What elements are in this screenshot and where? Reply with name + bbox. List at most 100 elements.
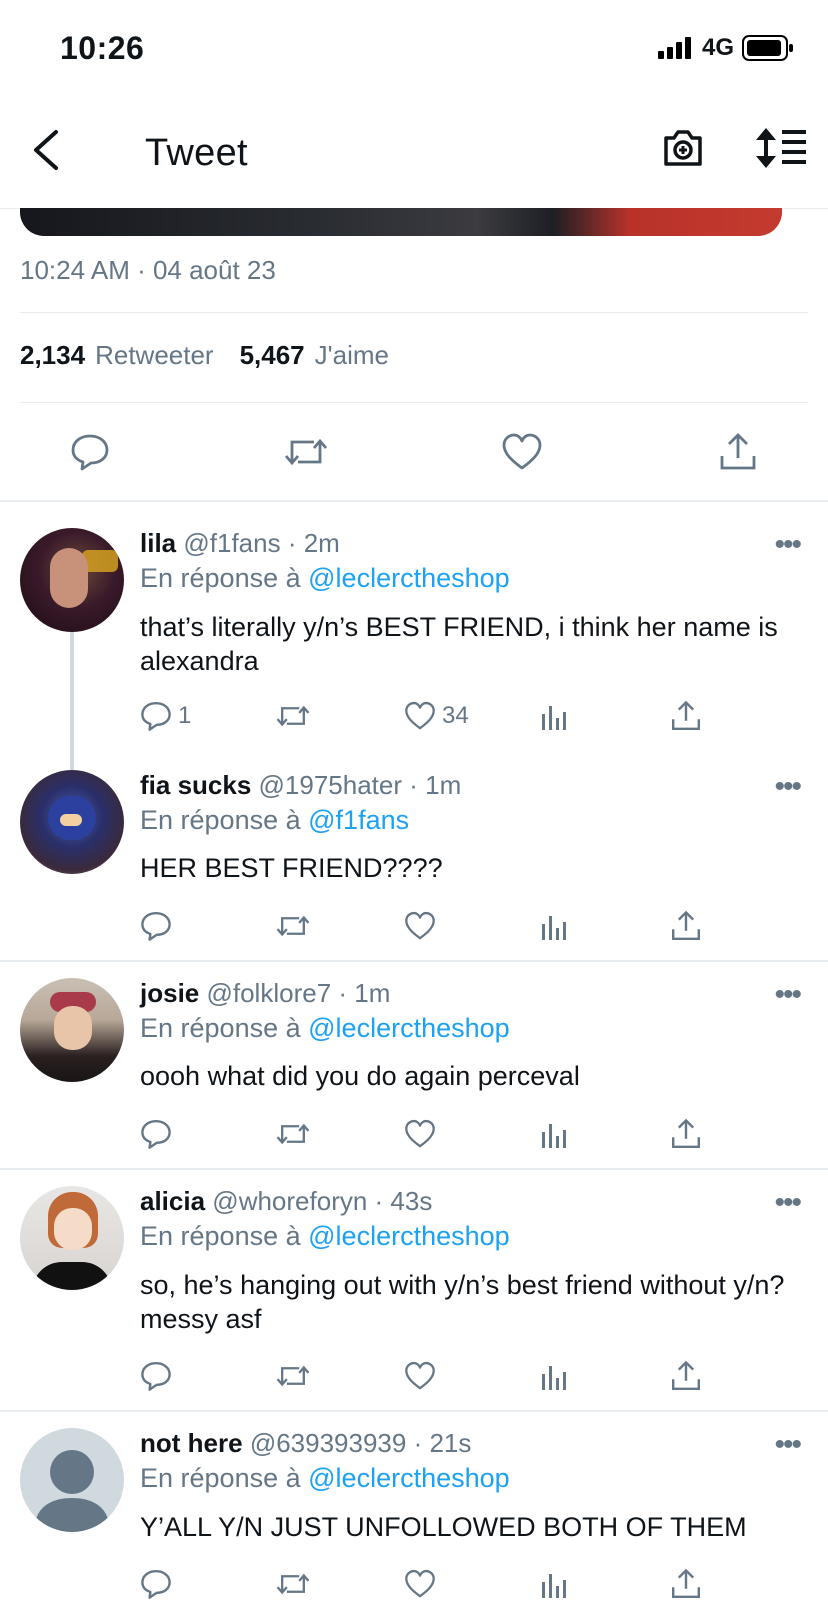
reply-icon: [141, 1362, 171, 1391]
user-name[interactable]: lila: [140, 528, 176, 558]
reply-header: josie @folklore7 · 1m: [140, 978, 390, 1009]
more-options-icon[interactable]: •••: [774, 1428, 801, 1462]
reply-text: oooh what did you do again perceval: [140, 1061, 580, 1091]
reply-text: so, he’s hanging out with y/n’s best fri…: [140, 1270, 785, 1334]
share-icon: [672, 910, 700, 940]
reply-time: · 2m: [287, 528, 340, 558]
default-profile-icon: [34, 1450, 110, 1532]
more-options-icon[interactable]: •••: [774, 978, 801, 1012]
mention-link[interactable]: @leclerctheshop: [308, 1221, 510, 1251]
analytics-icon: [542, 1366, 566, 1390]
in-reply-to: En réponse à @leclerctheshop: [140, 1463, 510, 1494]
more-options-icon[interactable]: •••: [774, 1186, 801, 1220]
like-button[interactable]: [404, 1118, 436, 1150]
share-button[interactable]: [670, 910, 702, 942]
back-arrow-icon[interactable]: [30, 128, 62, 172]
analytics-button[interactable]: [540, 700, 568, 732]
in-reply-to: En réponse à @f1fans: [140, 805, 409, 836]
reply-prefix: En réponse à: [140, 805, 301, 835]
page-title: Tweet: [145, 132, 248, 174]
reply-time: · 1m: [338, 978, 391, 1008]
reply-prefix: En réponse à: [140, 1013, 301, 1043]
analytics-button[interactable]: [540, 1568, 568, 1600]
default-avatar[interactable]: [20, 1428, 124, 1532]
analytics-button[interactable]: [540, 1360, 568, 1392]
mention-link[interactable]: @leclerctheshop: [308, 1463, 510, 1493]
user-name[interactable]: josie: [140, 978, 199, 1008]
share-button[interactable]: [670, 1118, 702, 1150]
share-button[interactable]: [670, 700, 702, 732]
user-handle[interactable]: @folklore7: [206, 978, 331, 1008]
mention-link[interactable]: @leclerctheshop: [308, 563, 510, 593]
reply-action-bar: [140, 910, 760, 950]
share-icon[interactable]: [718, 432, 758, 472]
tweet-stats: 2,134 Retweeter 5,467 J'aime: [20, 340, 389, 371]
user-handle[interactable]: @f1fans: [183, 528, 280, 558]
mention-link[interactable]: @f1fans: [308, 805, 409, 835]
like-button[interactable]: [404, 910, 436, 942]
retweet-button[interactable]: [276, 1568, 310, 1600]
reply-prefix: En réponse à: [140, 1463, 301, 1493]
tweet-action-bar: [0, 410, 828, 502]
analytics-icon: [542, 1574, 566, 1598]
avatar[interactable]: [20, 770, 124, 874]
navigation-header: Tweet: [0, 88, 828, 209]
avatar[interactable]: [20, 1186, 124, 1290]
signal-icon: [657, 37, 691, 59]
like-button[interactable]: 34: [404, 700, 469, 732]
like-button[interactable]: [404, 1568, 436, 1600]
user-name[interactable]: alicia: [140, 1186, 205, 1216]
like-label[interactable]: J'aime: [315, 340, 389, 371]
reply-button[interactable]: [140, 1568, 172, 1600]
analytics-icon: [542, 1124, 566, 1148]
retweet-icon: [276, 1365, 310, 1387]
retweet-button[interactable]: [276, 1118, 310, 1150]
user-name[interactable]: fia sucks: [140, 770, 251, 800]
retweet-count[interactable]: 2,134: [20, 340, 85, 371]
reply-button[interactable]: [140, 910, 172, 942]
like-icon: [405, 1119, 435, 1148]
share-button[interactable]: [670, 1360, 702, 1392]
reply-text: HER BEST FRIEND????: [140, 853, 443, 883]
reply-button[interactable]: [140, 1118, 172, 1150]
user-handle[interactable]: @whoreforyn: [212, 1186, 367, 1216]
user-handle[interactable]: @639393939: [250, 1428, 407, 1458]
divider: [20, 312, 808, 313]
status-time: 10:26: [60, 30, 145, 66]
mention-link[interactable]: @leclerctheshop: [308, 1013, 510, 1043]
camera-icon[interactable]: [662, 126, 704, 168]
retweet-button[interactable]: [276, 700, 310, 732]
like-count[interactable]: 5,467: [240, 340, 305, 371]
retweet-button[interactable]: [276, 910, 310, 942]
avatar[interactable]: [20, 528, 124, 632]
reply-prefix: En réponse à: [140, 1221, 301, 1251]
like-icon[interactable]: [501, 432, 543, 472]
analytics-button[interactable]: [540, 1118, 568, 1150]
reply-button[interactable]: 1: [140, 700, 191, 732]
retweet-icon[interactable]: [284, 432, 328, 472]
reply-button[interactable]: [140, 1360, 172, 1392]
status-indicators: 4G: [657, 34, 794, 62]
retweet-label[interactable]: Retweeter: [95, 340, 214, 371]
share-button[interactable]: [670, 1568, 702, 1600]
like-button[interactable]: [404, 1360, 436, 1392]
tweet-media[interactable]: [20, 208, 782, 236]
reply-header: lila @f1fans · 2m: [140, 528, 340, 559]
reply-icon: [141, 1570, 171, 1599]
sort-timeline-icon[interactable]: [756, 128, 808, 168]
tweet-timestamp: 10:24 AM · 04 août 23: [20, 255, 276, 285]
user-name[interactable]: not here: [140, 1428, 243, 1458]
user-handle[interactable]: @1975hater: [259, 770, 403, 800]
like-icon: [405, 1569, 435, 1598]
reply-icon[interactable]: [70, 432, 110, 472]
retweet-button[interactable]: [276, 1360, 310, 1392]
analytics-icon: [542, 706, 566, 730]
reply-text: that’s literally y/n’s BEST FRIEND, i th…: [140, 612, 778, 676]
more-options-icon[interactable]: •••: [774, 528, 801, 562]
reply-header: alicia @whoreforyn · 43s: [140, 1186, 432, 1217]
avatar[interactable]: [20, 978, 124, 1082]
more-options-icon[interactable]: •••: [774, 770, 801, 804]
battery-icon: [742, 35, 793, 61]
analytics-button[interactable]: [540, 910, 568, 942]
share-icon: [672, 1568, 700, 1598]
